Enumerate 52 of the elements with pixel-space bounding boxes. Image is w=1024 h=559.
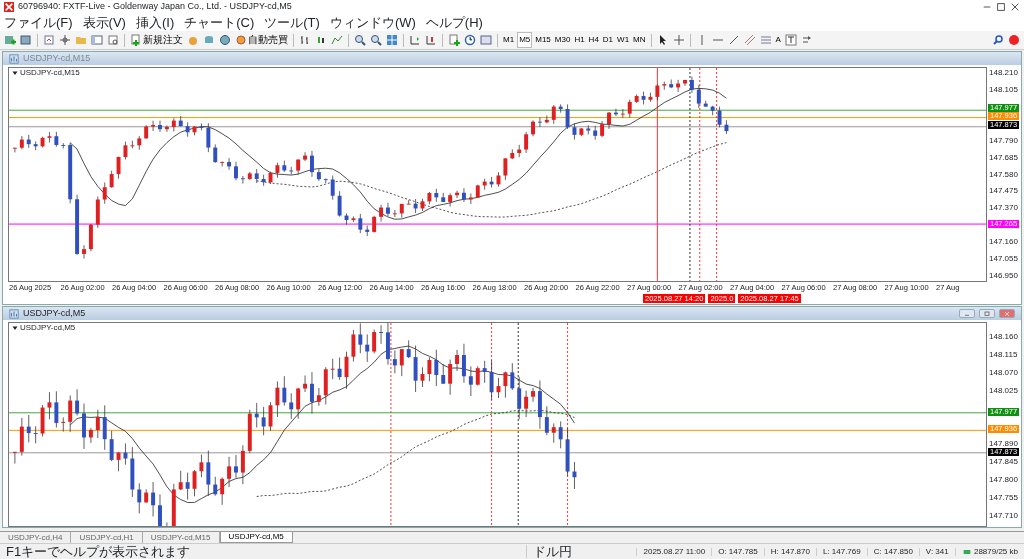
status-text: O: 147.785 [711,547,764,556]
timeframe-button[interactable]: M15 [534,32,552,48]
status-text: V: 341 [918,547,955,556]
status-text: 2025.08.27 11:00 [636,547,712,556]
chart-label: USDJPY-cd,M15 [20,69,80,77]
menu-item[interactable]: 表示(V) [82,16,126,29]
price-axis-label: 147.845 [989,456,1018,466]
status-text: C: 147.850 [866,547,919,556]
menu-item[interactable]: チャート(C) [184,16,255,29]
price-axis-label: 147.160 [989,236,1018,246]
price-axis-label: 148.070 [989,367,1018,377]
status-text: L: 147.769 [815,547,867,556]
price-axis-label: 147.890 [989,438,1018,448]
menu-item[interactable]: ファイル(F) [4,16,73,29]
price-axis-label: 147.800 [989,474,1018,484]
price-axis-label: 148.025 [989,385,1018,395]
price-axis-label: 147.055 [989,253,1018,263]
menu-item[interactable]: ツール(T) [264,16,320,29]
timeframe-button[interactable]: H1 [573,32,586,48]
timeframe-button[interactable]: M30 [553,32,572,48]
timeframe-button[interactable]: D1 [601,32,615,48]
price-axis-label: 147.755 [989,492,1018,502]
price-axis-label: 148.105 [989,84,1018,94]
price-axis-label: 148.160 [989,331,1018,341]
timeframe-button[interactable]: M1 [502,32,516,48]
timeframe-button[interactable]: H4 [587,32,600,48]
price-axis-label: 147.580 [989,169,1018,178]
status-text: H: 147.870 [763,547,816,556]
price-axis-label: 146.950 [989,270,1018,279]
auto-trading-button[interactable]: 自動売買 [234,32,289,48]
price-axis-label: 147.685 [989,152,1018,162]
price-axis-label: 147.790 [989,135,1018,145]
price-axis-label: 147.475 [989,185,1018,195]
menu-item[interactable]: ヘルプ(H) [425,16,483,29]
status-help-text: F1キーでヘルプが表示されます [5,545,192,558]
timeframe-button[interactable]: M5 [517,32,533,48]
menu-item[interactable]: ウィンドウ(W) [329,16,416,29]
price-axis-label: 148.210 [989,67,1018,77]
price-axis-label: 147.710 [989,510,1018,520]
text-tool-button[interactable]: A [774,32,782,48]
price-axis-label: 148.115 [989,349,1018,359]
new-order-button[interactable]: 新規注文 [129,32,184,48]
chart-label: USDJPY-cd,M5 [20,324,76,332]
timeframe-button[interactable]: W1 [616,32,631,48]
chart-window-title: USDJPY-cd,M15 [23,51,92,65]
timeframe-button[interactable]: MN [632,32,647,48]
window-title: 60796940: FXTF-Live - Goldenway Japan Co., Ltd. - USDJPY-cd,M5 [18,0,293,14]
price-axis-label: 147.370 [989,202,1018,212]
chart-window-title: USDJPY-cd,M5 [23,306,87,320]
status-text: ドル円 [526,545,637,558]
status-text: 28879/25 kb [973,547,1018,556]
menu-item[interactable]: 挿入(I) [135,16,175,29]
